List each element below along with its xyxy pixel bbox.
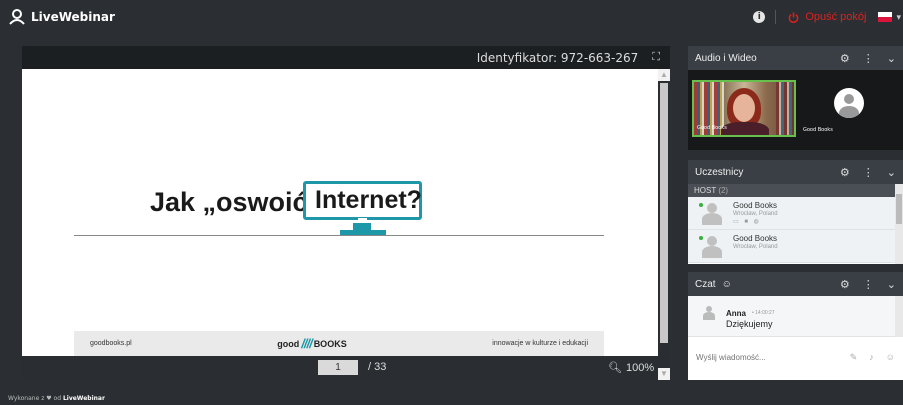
bookshelf-graphic <box>776 82 794 135</box>
scroll-thumb[interactable] <box>896 194 902 224</box>
brand-bars-icon: //// <box>301 336 312 351</box>
avatar-icon <box>834 88 864 118</box>
brand-prefix: good <box>277 338 300 349</box>
zoom-level: 100% <box>625 361 655 374</box>
footer-made-with: Wykonane z ♥ od <box>8 395 62 402</box>
goodbooks-logo: good //// BOOKS <box>277 336 346 351</box>
slide-divider <box>74 235 604 236</box>
gear-icon[interactable]: ⚙ <box>840 166 850 179</box>
online-status-icon <box>699 236 703 240</box>
fullscreen-icon[interactable]: ⛶ <box>652 51 660 64</box>
logo-text: LiveWebinar <box>31 10 115 24</box>
brand-suffix: BOOKS <box>313 338 347 349</box>
footer-brand[interactable]: LiveWebinar <box>63 395 105 402</box>
leave-room-button[interactable]: Opuść pokój <box>788 11 866 23</box>
scroll-down-icon[interactable]: ▼ <box>658 368 670 380</box>
attachment-icon[interactable]: ✎ <box>850 352 858 363</box>
video-tile[interactable]: Good Books <box>800 80 899 137</box>
slide-title-highlight: Internet? <box>315 186 422 214</box>
video-tile-label: Good Books <box>803 127 833 133</box>
user-avatar-icon <box>702 306 716 320</box>
participant-name: Good Books <box>733 234 778 243</box>
slide-footer-tagline: innowacje w kulturze i edukacji <box>492 340 588 347</box>
video-tile-active[interactable]: Good Books <box>692 80 796 137</box>
audio-video-header: Audio i Wideo ⚙ ⋮ ⌄ <box>688 46 903 70</box>
slide-pager: / 33 🔍︎ 100% <box>22 356 658 380</box>
emoji-icon[interactable]: ☺ <box>886 352 895 363</box>
online-status-icon <box>699 203 703 207</box>
more-vertical-icon[interactable]: ⋮ <box>863 278 874 291</box>
gear-icon[interactable]: ⚙ <box>840 278 850 291</box>
message-time: • 14:00:27 <box>752 310 775 316</box>
video-area: Good Books Good Books <box>688 70 903 150</box>
slide-title: Jak „oswoić” <box>150 187 322 217</box>
top-bar: LiveWebinar i Opuść pokój ▾ <box>0 0 903 34</box>
chat-panel: Czat ☺ ⚙ ⋮ ⌄ Anna • 14:00:27 Dziękujemy … <box>688 272 903 380</box>
panel-title: Uczestnicy <box>695 166 744 178</box>
panel-title: Audio i Wideo <box>695 52 757 64</box>
participant-row[interactable]: Good Books Wrocław, Poland ▭ ■ ◍ <box>688 197 903 230</box>
presentation-panel: Identyfikator: 972-663-267 ⛶ Jak „oswoić… <box>22 46 670 380</box>
message-author: Anna <box>726 309 746 318</box>
host-group-label[interactable]: HOST (2) <box>688 184 903 197</box>
device-icons: ▭ ■ ◍ <box>733 219 761 225</box>
slide-footer-site: goodbooks.pl <box>90 340 132 347</box>
message-text: Dziękujemy <box>726 319 773 329</box>
chat-messages: Anna • 14:00:27 Dziękujemy <box>688 296 903 337</box>
chat-message-input[interactable] <box>696 350 836 364</box>
microphone-icon[interactable]: ♪ <box>869 352 874 363</box>
host-count: (2) <box>718 186 729 195</box>
audio-video-panel: Audio i Wideo ⚙ ⋮ ⌄ Good Books Good Book… <box>688 46 903 150</box>
page-total: / 33 <box>368 361 387 373</box>
chat-actions: ✎ ♪ ☺ <box>850 352 895 363</box>
gear-icon[interactable]: ⚙ <box>840 52 850 65</box>
chevron-down-icon[interactable]: ⌄ <box>887 278 896 291</box>
logo-icon <box>9 9 25 25</box>
participant-location: Wrocław, Poland <box>733 211 778 217</box>
slide-scrollbar[interactable]: ▲ ▼ <box>658 69 670 380</box>
app-logo[interactable]: LiveWebinar <box>8 9 115 25</box>
chevron-down-icon[interactable]: ⌄ <box>887 166 896 179</box>
monitor-graphic: Internet? <box>303 181 422 220</box>
info-icon[interactable]: i <box>753 11 766 23</box>
user-avatar-icon <box>701 203 723 225</box>
page-number-input[interactable] <box>318 360 358 375</box>
person-face <box>733 94 755 122</box>
language-flag-icon[interactable] <box>878 12 893 22</box>
chat-header: Czat ☺ ⚙ ⋮ ⌄ <box>688 272 903 296</box>
person-body <box>721 122 769 135</box>
user-avatar-icon <box>701 236 723 258</box>
room-identifier: Identyfikator: 972-663-267 <box>476 50 639 65</box>
participant-name: Good Books <box>733 201 778 210</box>
participants-scrollbar[interactable] <box>895 184 903 264</box>
more-vertical-icon[interactable]: ⋮ <box>863 52 874 65</box>
scroll-thumb[interactable] <box>660 83 668 343</box>
power-icon <box>789 11 799 23</box>
scroll-up-icon[interactable]: ▲ <box>658 69 670 81</box>
more-vertical-icon[interactable]: ⋮ <box>863 166 874 179</box>
divider <box>775 10 777 24</box>
presentation-toolbar: Identyfikator: 972-663-267 ⛶ <box>22 46 670 69</box>
chevron-down-icon[interactable]: ▾ <box>896 12 901 23</box>
slide-footer: goodbooks.pl good //// BOOKS innowacje w… <box>74 331 604 356</box>
participant-row[interactable]: Good Books Wrocław, Poland <box>688 230 903 263</box>
participants-panel: Uczestnicy ⚙ ⋮ ⌄ HOST (2) Good Books Wro… <box>688 160 903 264</box>
panel-title: Czat <box>695 278 716 290</box>
participants-header: Uczestnicy ⚙ ⋮ ⌄ <box>688 160 903 184</box>
zoom-control[interactable]: 🔍︎ 100% <box>608 361 655 375</box>
chat-emoji-icon[interactable]: ☺ <box>722 279 732 290</box>
footer: Wykonane z ♥ od LiveWebinar <box>0 393 903 405</box>
monitor-mark <box>358 218 367 220</box>
chat-scrollbar[interactable] <box>895 296 903 337</box>
chevron-down-icon[interactable]: ⌄ <box>887 52 896 65</box>
participant-location: Wrocław, Poland <box>733 244 778 250</box>
video-tile-label: Good Books <box>697 125 727 131</box>
presentation-slide: Jak „oswoić” Internet? goodbooks.pl good… <box>22 69 658 356</box>
zoom-icon: 🔍︎ <box>608 362 622 374</box>
leave-room-label: Opuść pokój <box>805 11 867 23</box>
host-label: HOST <box>694 186 717 195</box>
